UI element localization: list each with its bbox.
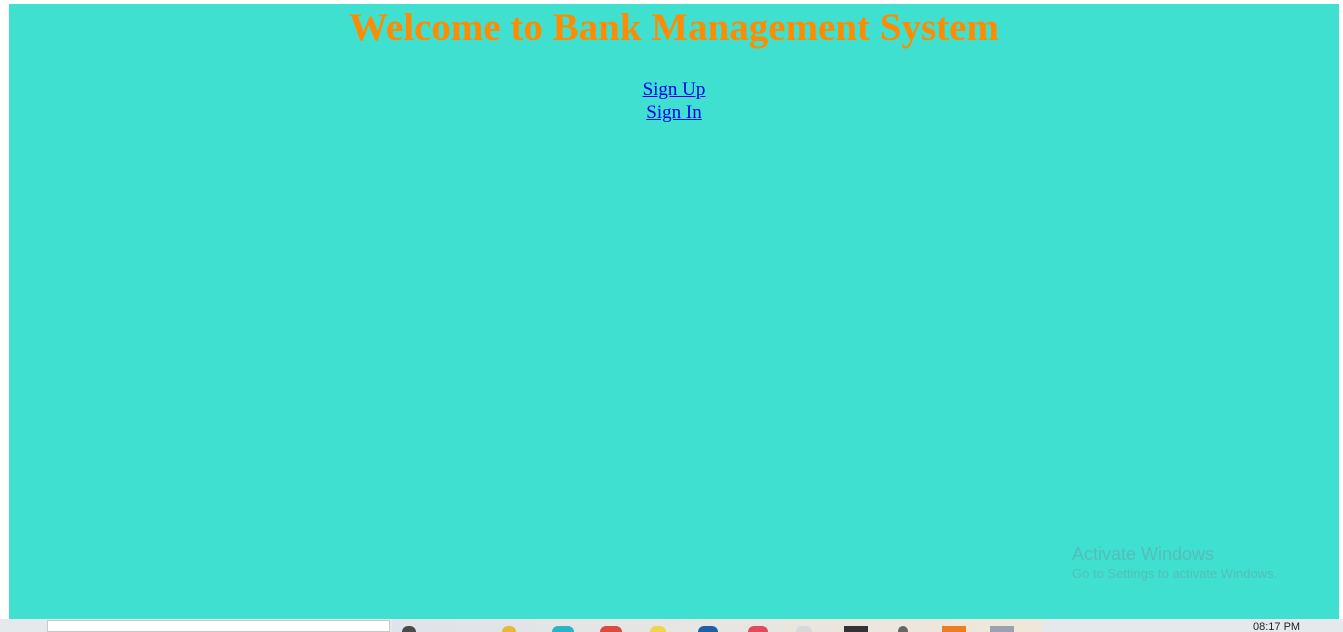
taskbar-app-icons: [392, 619, 1042, 632]
taskbar: 08:17 PM: [0, 619, 1343, 632]
watermark-subtitle: Go to Settings to activate Windows.: [1072, 566, 1278, 581]
activate-windows-watermark: Activate Windows Go to Settings to activ…: [1072, 543, 1277, 583]
notepad-icon[interactable]: [796, 626, 812, 632]
edge-icon[interactable]: [552, 626, 574, 632]
page-body: Welcome to Bank Management System Sign U…: [9, 4, 1339, 619]
page-title: Welcome to Bank Management System: [349, 6, 999, 49]
nav-links: Sign Up Sign In: [9, 78, 1339, 124]
app-icon[interactable]: [898, 626, 908, 632]
cortana-icon[interactable]: [402, 626, 416, 632]
taskbar-clock[interactable]: 08:17 PM: [1253, 621, 1300, 632]
virtualbox-icon[interactable]: [698, 626, 718, 632]
sign-in-link[interactable]: Sign In: [646, 102, 701, 123]
sublime-icon[interactable]: [942, 626, 966, 632]
window-icon[interactable]: [990, 626, 1014, 632]
terminal-icon[interactable]: [844, 626, 868, 632]
taskbar-search-box[interactable]: [47, 620, 390, 632]
file-explorer-icon[interactable]: [502, 626, 516, 632]
chrome-icon[interactable]: [600, 626, 622, 632]
sign-up-link[interactable]: Sign Up: [643, 79, 706, 100]
watermark-title: Activate Windows: [1072, 544, 1215, 564]
opera-icon[interactable]: [748, 626, 768, 632]
sticky-notes-icon[interactable]: [650, 626, 666, 632]
